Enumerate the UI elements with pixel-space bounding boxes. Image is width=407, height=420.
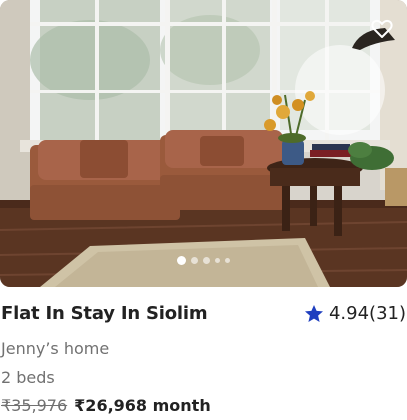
- listing-title[interactable]: Flat In Stay In Siolim: [1, 303, 208, 324]
- carousel-dot[interactable]: [215, 257, 220, 263]
- heart-icon: [371, 19, 393, 38]
- rating: 4.94(31): [304, 303, 406, 324]
- carousel-dot[interactable]: [191, 256, 198, 264]
- price: ₹35,976 ₹26,968 month: [1, 396, 211, 415]
- rating-value: 4.94(31): [328, 303, 406, 324]
- original-price: ₹35,976: [1, 396, 68, 415]
- bed-count: 2 beds: [1, 368, 55, 387]
- star-icon: [304, 305, 323, 322]
- listing-photo[interactable]: [0, 0, 407, 287]
- carousel-dots: [0, 255, 407, 265]
- living-room-image: [0, 0, 407, 287]
- current-price: ₹26,968 month: [74, 396, 211, 415]
- carousel-dot[interactable]: [225, 257, 230, 263]
- host-name: Jenny’s home: [1, 339, 110, 358]
- listing-card[interactable]: Flat In Stay In Siolim 4.94(31) Jenny’s …: [0, 0, 407, 420]
- carousel-dot[interactable]: [177, 255, 186, 265]
- carousel-dot[interactable]: [203, 256, 210, 264]
- favorite-button[interactable]: [367, 14, 397, 44]
